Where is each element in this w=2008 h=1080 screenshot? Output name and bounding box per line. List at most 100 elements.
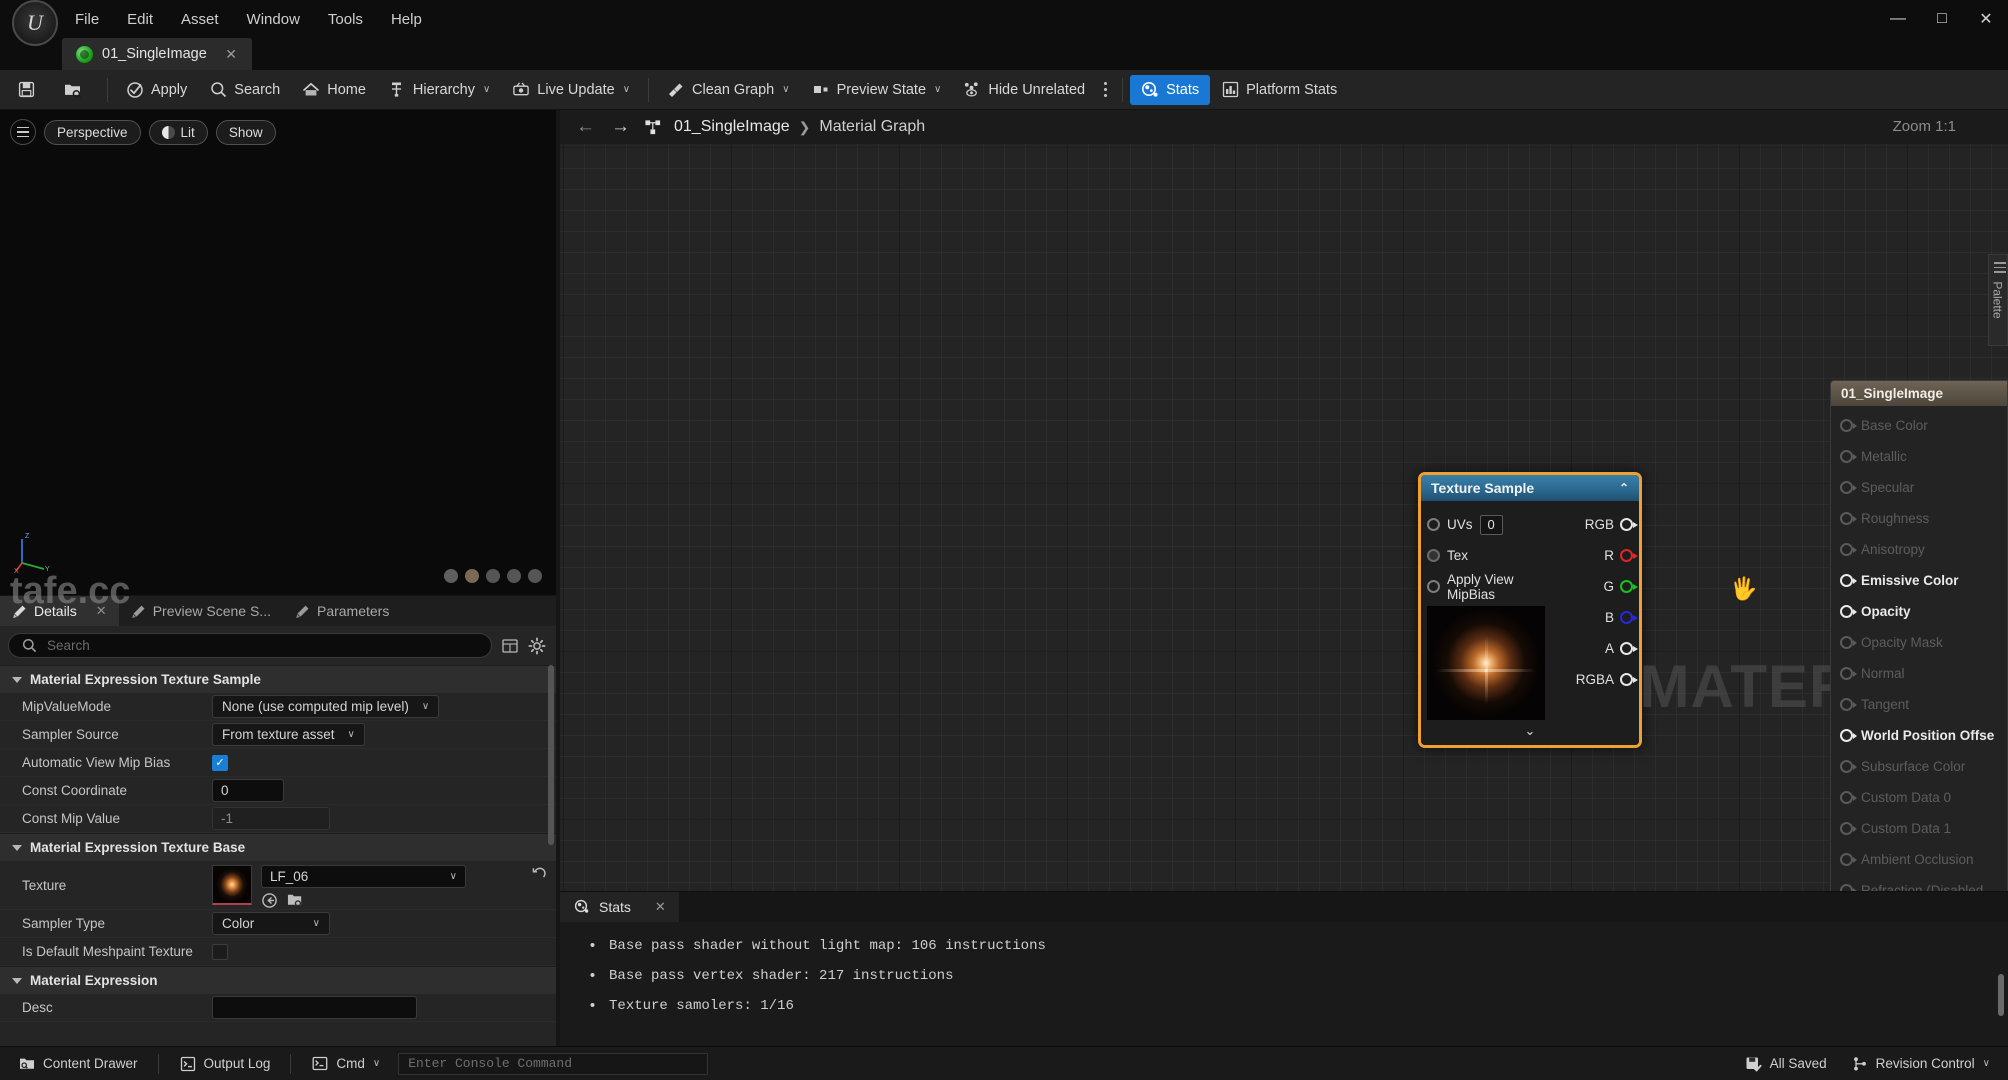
- sampler-source-dropdown[interactable]: From texture asset ∨: [212, 723, 365, 746]
- browse-to-asset-icon[interactable]: [261, 892, 278, 909]
- menu-edit[interactable]: Edit: [114, 7, 166, 32]
- close-icon[interactable]: ✕: [655, 899, 666, 915]
- console-command-box[interactable]: [398, 1052, 709, 1075]
- viewport-icon-1[interactable]: [444, 569, 458, 583]
- menu-help[interactable]: Help: [378, 7, 435, 32]
- tab-details[interactable]: Details ✕: [0, 596, 119, 626]
- apply-button[interactable]: Apply: [115, 75, 198, 105]
- stats-toggle-button[interactable]: Stats: [1130, 74, 1211, 105]
- material-pin-normal[interactable]: Normal: [1831, 658, 2007, 689]
- sampler-type-dropdown[interactable]: Color ∨: [212, 912, 330, 935]
- material-pin-tangent[interactable]: Tangent: [1831, 689, 2007, 720]
- maximize-button[interactable]: □: [1920, 0, 1964, 38]
- hide-unrelated-button[interactable]: Hide Unrelated: [952, 75, 1096, 105]
- node-material-result[interactable]: 01_SingleImage Base Color Metallic Specu…: [1830, 380, 2008, 891]
- details-search-input[interactable]: [47, 638, 480, 653]
- tab-parameters[interactable]: Parameters: [283, 596, 401, 626]
- breadcrumb-root[interactable]: 01_SingleImage: [674, 118, 790, 136]
- search-button[interactable]: Search: [198, 75, 291, 105]
- viewport-options-menu-icon[interactable]: [10, 119, 36, 145]
- live-update-button[interactable]: Live Update ∨: [501, 75, 641, 105]
- output-log-button[interactable]: Output Log: [169, 1051, 281, 1077]
- viewport-show-button[interactable]: Show: [215, 119, 276, 145]
- material-pin-custom-data-1[interactable]: Custom Data 1: [1831, 813, 2007, 844]
- viewport-icon-3[interactable]: [486, 569, 500, 583]
- cmd-mode-button[interactable]: Cmd ∨: [301, 1051, 390, 1077]
- toolbar-overflow-button[interactable]: [1096, 76, 1115, 103]
- texture-asset-dropdown[interactable]: LF_06 ∨: [261, 865, 466, 888]
- nav-forward-icon[interactable]: →: [609, 116, 632, 138]
- viewport-lit-button[interactable]: Lit: [148, 119, 208, 145]
- material-pin-metallic[interactable]: Metallic: [1831, 441, 2007, 472]
- texture-thumbnail[interactable]: [212, 865, 252, 905]
- material-pin-emissive-color[interactable]: Emissive Color: [1831, 565, 2007, 596]
- document-tab-01-singleimage[interactable]: 01_SingleImage ✕: [62, 38, 252, 70]
- home-button[interactable]: Home: [291, 75, 377, 105]
- close-icon[interactable]: ✕: [96, 603, 107, 619]
- revision-control-button[interactable]: Revision Control ∨: [1841, 1051, 2000, 1077]
- node-expand-button[interactable]: ⌄: [1421, 720, 1639, 745]
- reset-to-default-icon[interactable]: [531, 865, 548, 882]
- preview-viewport[interactable]: Perspective Lit Show Z Y X: [0, 110, 556, 595]
- chevron-up-icon[interactable]: ⌃: [1619, 481, 1629, 495]
- output-pin-b[interactable]: [1620, 611, 1638, 624]
- input-pin-tex[interactable]: [1427, 549, 1440, 562]
- output-pin-r[interactable]: [1620, 549, 1638, 562]
- gear-icon[interactable]: [527, 636, 546, 655]
- close-window-button[interactable]: ✕: [1964, 0, 2008, 38]
- platform-stats-button[interactable]: Platform Stats: [1210, 75, 1348, 105]
- close-icon[interactable]: ✕: [222, 46, 240, 63]
- material-pin-custom-data-0[interactable]: Custom Data 0: [1831, 782, 2007, 813]
- material-pin-refraction[interactable]: Refraction (Disabled: [1831, 875, 2007, 891]
- stats-scrollbar[interactable]: [1998, 974, 2004, 1016]
- automatic-view-mip-bias-checkbox[interactable]: ✓: [212, 754, 228, 771]
- material-pin-specular[interactable]: Specular: [1831, 472, 2007, 503]
- all-saved-button[interactable]: All Saved: [1735, 1051, 1837, 1077]
- save-button[interactable]: [6, 75, 53, 105]
- preview-state-button[interactable]: Preview State ∨: [801, 75, 953, 105]
- uvs-value-input[interactable]: 0: [1479, 514, 1503, 535]
- node-texture-sample[interactable]: Texture Sample ⌃ UVs 0 Tex Apply View Mi…: [1418, 472, 1642, 748]
- const-coordinate-input[interactable]: 0: [212, 779, 284, 802]
- menu-file[interactable]: File: [62, 7, 112, 32]
- viewport-icon-5[interactable]: [528, 569, 542, 583]
- palette-grip-icon[interactable]: [1994, 262, 2006, 273]
- output-pin-rgb[interactable]: [1620, 518, 1638, 531]
- tab-preview-scene-settings[interactable]: Preview Scene S...: [119, 596, 283, 626]
- desc-input[interactable]: [212, 996, 417, 1019]
- minimize-button[interactable]: —: [1876, 0, 1920, 38]
- material-pin-ambient-occlusion[interactable]: Ambient Occlusion: [1831, 844, 2007, 875]
- input-pin-apply-view-mipbias[interactable]: [1427, 580, 1440, 593]
- input-pin-uvs[interactable]: [1427, 518, 1440, 531]
- details-search-box[interactable]: [8, 633, 492, 658]
- nav-back-icon[interactable]: ←: [574, 116, 597, 138]
- viewport-perspective-button[interactable]: Perspective: [44, 119, 141, 145]
- material-pin-roughness[interactable]: Roughness: [1831, 503, 2007, 534]
- material-pin-base-color[interactable]: Base Color: [1831, 410, 2007, 441]
- details-scroll-area[interactable]: Material Expression Texture Sample MipVa…: [0, 665, 556, 1046]
- find-in-content-browser-icon[interactable]: [287, 892, 304, 909]
- content-drawer-button[interactable]: Content Drawer: [8, 1051, 148, 1077]
- browse-to-asset-button[interactable]: [53, 75, 100, 105]
- const-mip-value-input[interactable]: -1: [212, 807, 330, 830]
- tab-stats[interactable]: Stats ✕: [560, 892, 679, 922]
- output-pin-rgba[interactable]: [1620, 673, 1638, 686]
- material-pin-world-position-offset[interactable]: World Position Offse: [1831, 720, 2007, 751]
- output-pin-g[interactable]: [1620, 580, 1638, 593]
- section-header-texture-sample[interactable]: Material Expression Texture Sample: [0, 665, 556, 693]
- viewport-icon-2[interactable]: [465, 569, 479, 583]
- column-layout-icon[interactable]: [500, 636, 519, 655]
- material-pin-anisotropy[interactable]: Anisotropy: [1831, 534, 2007, 565]
- section-header-texture-base[interactable]: Material Expression Texture Base: [0, 833, 556, 861]
- menu-tools[interactable]: Tools: [315, 7, 376, 32]
- material-pin-opacity[interactable]: Opacity: [1831, 596, 2007, 627]
- section-header-material-expression[interactable]: Material Expression: [0, 966, 556, 994]
- material-graph-canvas[interactable]: Texture Sample ⌃ UVs 0 Tex Apply View Mi…: [560, 144, 2008, 891]
- output-pin-a[interactable]: [1620, 642, 1638, 655]
- menu-window[interactable]: Window: [234, 7, 313, 32]
- is-default-meshpaint-texture-checkbox[interactable]: [212, 943, 228, 960]
- menu-asset[interactable]: Asset: [168, 7, 232, 32]
- clean-graph-button[interactable]: Clean Graph ∨: [656, 75, 801, 105]
- material-pin-subsurface-color[interactable]: Subsurface Color: [1831, 751, 2007, 782]
- mipvaluemode-dropdown[interactable]: None (use computed mip level) ∨: [212, 695, 440, 718]
